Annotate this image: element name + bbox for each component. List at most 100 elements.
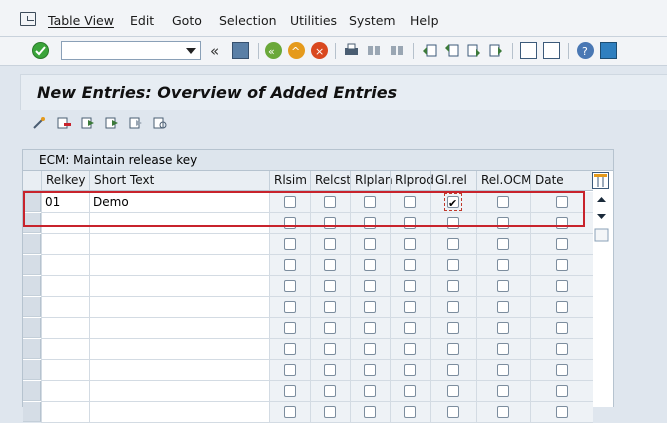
rlprod-checkbox[interactable] (404, 259, 416, 271)
short-text-cell[interactable] (89, 339, 269, 360)
relkey-cell[interactable] (41, 402, 89, 423)
rel-ocm-checkbox[interactable] (497, 259, 509, 271)
rlsim-checkbox[interactable] (284, 301, 296, 313)
rlplan-checkbox[interactable] (364, 259, 376, 271)
back-icon[interactable]: « (265, 42, 282, 59)
rlplan-checkbox[interactable] (364, 385, 376, 397)
display-change-icon[interactable] (32, 116, 46, 130)
column-header-short-text[interactable]: Short Text (89, 171, 269, 190)
delete-row-icon[interactable] (57, 116, 71, 130)
select-all-icon[interactable] (129, 116, 143, 130)
rlsim-checkbox[interactable] (284, 385, 296, 397)
rlsim-checkbox[interactable] (284, 238, 296, 250)
command-field[interactable] (61, 41, 201, 60)
relkey-cell[interactable] (41, 381, 89, 402)
rlprod-checkbox[interactable] (404, 406, 416, 418)
short-text-cell[interactable] (89, 276, 269, 297)
column-header-date-ocm[interactable]: Date OCM (530, 171, 593, 206)
rlsim-checkbox[interactable] (284, 259, 296, 271)
date-ocm-checkbox[interactable] (556, 364, 568, 376)
column-header-rlplan[interactable]: Rlplan (350, 171, 393, 190)
column-header-relkey[interactable]: Relkey (41, 171, 89, 190)
find-next-icon[interactable] (389, 42, 406, 59)
rlsim-checkbox[interactable] (284, 364, 296, 376)
last-page-icon[interactable] (487, 42, 504, 59)
relcst-checkbox[interactable] (324, 301, 336, 313)
previous-page-icon[interactable] (443, 42, 460, 59)
rlsim-checkbox[interactable] (284, 343, 296, 355)
rlsim-checkbox[interactable] (284, 280, 296, 292)
rel-ocm-checkbox[interactable] (497, 238, 509, 250)
rel-ocm-checkbox[interactable] (497, 406, 509, 418)
relcst-checkbox[interactable] (324, 238, 336, 250)
relkey-cell[interactable] (41, 276, 89, 297)
relkey-cell[interactable] (41, 360, 89, 381)
date-ocm-checkbox[interactable] (556, 238, 568, 250)
customize-layout-icon[interactable] (600, 42, 617, 59)
exit-icon[interactable]: ^ (288, 42, 305, 59)
rlprod-checkbox[interactable] (404, 280, 416, 292)
relcst-checkbox[interactable] (324, 406, 336, 418)
short-text-cell[interactable] (89, 402, 269, 423)
rlplan-checkbox[interactable] (364, 280, 376, 292)
rlsim-checkbox[interactable] (284, 322, 296, 334)
short-text-cell[interactable] (89, 381, 269, 402)
gl-rel-checkbox[interactable] (447, 364, 459, 376)
row-selector[interactable] (23, 234, 41, 254)
row-selector[interactable] (23, 297, 41, 317)
column-header-relcst[interactable]: Relcst (310, 171, 351, 190)
date-ocm-checkbox[interactable] (556, 343, 568, 355)
menu-utilities[interactable]: Utilities (290, 13, 337, 28)
chevron-down-icon[interactable] (186, 48, 196, 54)
rel-ocm-checkbox[interactable] (497, 280, 509, 292)
relcst-checkbox[interactable] (324, 322, 336, 334)
column-header-rlsim[interactable]: Rlsim (269, 171, 310, 190)
menu-table-view[interactable]: Table View (48, 13, 114, 28)
menu-edit[interactable]: Edit (130, 13, 154, 28)
short-text-cell[interactable] (89, 360, 269, 381)
rlprod-checkbox[interactable] (404, 364, 416, 376)
rlplan-checkbox[interactable] (364, 322, 376, 334)
previous-entry-icon[interactable] (81, 116, 95, 130)
row-selector[interactable] (23, 318, 41, 338)
menu-selection[interactable]: Selection (219, 13, 277, 28)
gl-rel-checkbox[interactable] (447, 322, 459, 334)
create-session-icon[interactable] (520, 42, 537, 59)
short-text-cell[interactable] (89, 297, 269, 318)
rlplan-checkbox[interactable] (364, 343, 376, 355)
relkey-cell[interactable] (41, 297, 89, 318)
help-icon[interactable]: ? (577, 42, 594, 59)
collapse-command-icon[interactable]: « (210, 42, 219, 60)
column-header-rlprod[interactable]: Rlprod (390, 171, 434, 190)
relcst-checkbox[interactable] (324, 343, 336, 355)
gl-rel-checkbox[interactable] (447, 343, 459, 355)
short-text-cell[interactable] (89, 318, 269, 339)
relkey-cell[interactable] (41, 339, 89, 360)
rlprod-checkbox[interactable] (404, 301, 416, 313)
relkey-cell[interactable] (41, 255, 89, 276)
date-ocm-checkbox[interactable] (556, 322, 568, 334)
enter-icon[interactable] (32, 42, 49, 59)
rel-ocm-checkbox[interactable] (497, 385, 509, 397)
first-page-icon[interactable] (421, 42, 438, 59)
table-settings-icon[interactable] (592, 172, 609, 189)
rlprod-checkbox[interactable] (404, 238, 416, 250)
rlplan-checkbox[interactable] (364, 301, 376, 313)
short-text-cell[interactable] (89, 234, 269, 255)
find-icon[interactable] (366, 42, 383, 59)
rlplan-checkbox[interactable] (364, 364, 376, 376)
rlprod-checkbox[interactable] (404, 385, 416, 397)
row-selector[interactable] (23, 381, 41, 401)
next-entry-icon[interactable] (105, 116, 119, 130)
row-selector[interactable] (23, 276, 41, 296)
save-icon[interactable] (232, 42, 249, 59)
rlprod-checkbox[interactable] (404, 322, 416, 334)
row-selector[interactable] (23, 402, 41, 422)
gl-rel-checkbox[interactable] (447, 406, 459, 418)
print-icon[interactable] (343, 42, 360, 59)
relkey-cell[interactable] (41, 318, 89, 339)
shortcut-icon[interactable] (543, 42, 560, 59)
gl-rel-checkbox[interactable] (447, 280, 459, 292)
relcst-checkbox[interactable] (324, 385, 336, 397)
relcst-checkbox[interactable] (324, 364, 336, 376)
